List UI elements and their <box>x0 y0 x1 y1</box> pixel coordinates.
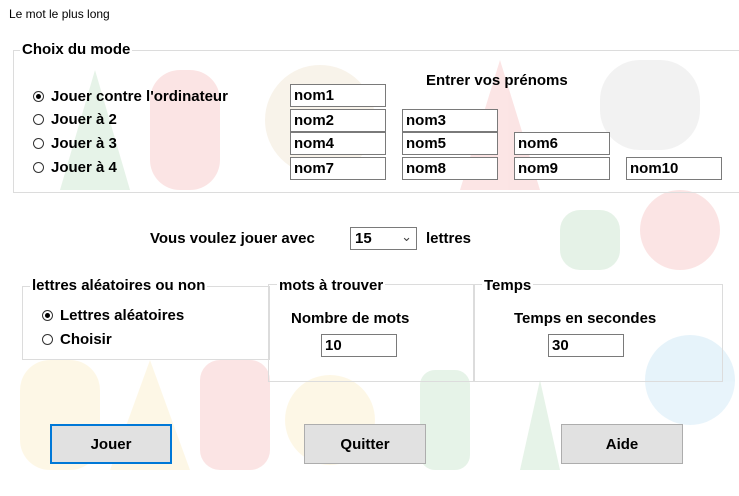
time-input[interactable]: 30 <box>548 334 624 357</box>
radio-button-icon <box>33 91 44 102</box>
radio-vs-computer[interactable]: Jouer contre l'ordinateur <box>33 88 228 105</box>
radio-button-icon <box>33 114 44 125</box>
radio-button-icon <box>33 138 44 149</box>
time-label: Temps en secondes <box>514 310 657 327</box>
window-title: Le mot le plus long <box>9 7 110 21</box>
random-letters-group-title: lettres aléatoires ou non <box>30 277 208 294</box>
name-field-1[interactable]: nom1 <box>290 84 386 107</box>
words-count-label: Nombre de mots <box>291 310 410 327</box>
chevron-down-icon: ⌄ <box>401 229 412 244</box>
radio-button-icon <box>33 162 44 173</box>
radio-button-icon <box>42 334 53 345</box>
radio-random-letters[interactable]: Lettres aléatoires <box>42 307 184 324</box>
name-field-6[interactable]: nom6 <box>514 132 610 155</box>
play-button[interactable]: Jouer <box>50 424 172 464</box>
letters-count-value: 15 <box>355 230 372 247</box>
words-group-title: mots à trouver <box>277 277 386 294</box>
radio-button-icon <box>42 310 53 321</box>
radio-two-players[interactable]: Jouer à 2 <box>33 111 117 128</box>
help-button[interactable]: Aide <box>561 424 683 464</box>
name-field-5[interactable]: nom5 <box>402 132 498 155</box>
time-group <box>473 284 723 382</box>
name-field-3[interactable]: nom3 <box>402 109 498 132</box>
radio-four-players[interactable]: Jouer à 4 <box>33 159 117 176</box>
letters-prefix-label: Vous voulez jouer avec <box>150 230 315 247</box>
name-field-10[interactable]: nom10 <box>626 157 722 180</box>
radio-choose-letters[interactable]: Choisir <box>42 331 112 348</box>
mode-group-title: Choix du mode <box>20 41 133 58</box>
words-count-input[interactable]: 10 <box>321 334 397 357</box>
name-field-8[interactable]: nom8 <box>402 157 498 180</box>
letters-suffix-label: lettres <box>426 230 472 247</box>
name-field-2[interactable]: nom2 <box>290 109 386 132</box>
main-form: Choix du mode Jouer contre l'ordinateur … <box>0 30 739 496</box>
title-bar: Le mot le plus long <box>0 0 739 30</box>
letters-count-select[interactable]: 15 ⌄ <box>350 227 417 250</box>
radio-three-players[interactable]: Jouer à 3 <box>33 135 117 152</box>
name-field-7[interactable]: nom7 <box>290 157 386 180</box>
name-field-4[interactable]: nom4 <box>290 132 386 155</box>
words-group <box>268 284 475 382</box>
quit-button[interactable]: Quitter <box>304 424 426 464</box>
name-field-9[interactable]: nom9 <box>514 157 610 180</box>
names-heading: Entrer vos prénoms <box>426 72 568 89</box>
time-group-title: Temps <box>482 277 534 294</box>
